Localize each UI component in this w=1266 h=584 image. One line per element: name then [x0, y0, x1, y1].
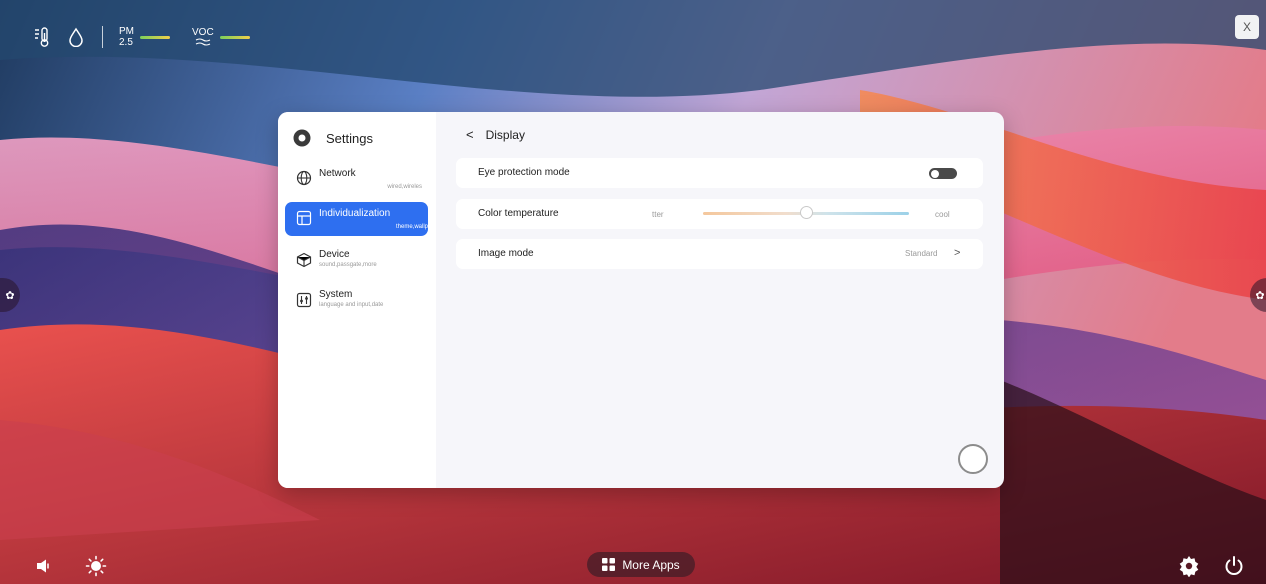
grid-icon: [602, 558, 616, 571]
sidebar-item-subtitle: theme,wallp: [395, 224, 428, 230]
sidebar-item-device[interactable]: Device sound,passgate,more: [285, 244, 428, 278]
sliders-icon: [296, 292, 312, 308]
sidebar-item-individualization[interactable]: Individualization theme,wallp: [285, 202, 428, 236]
settings-header: Settings: [292, 128, 373, 148]
more-apps-button[interactable]: More Apps: [587, 552, 695, 577]
display-header: < Display: [466, 127, 525, 142]
sidebar-item-subtitle: language and input,date: [319, 302, 384, 308]
power-icon[interactable]: [1222, 554, 1246, 578]
voc-indicator: VOC: [192, 28, 250, 46]
voc-wave-icon: [195, 38, 211, 46]
voc-level-bar: [219, 35, 250, 39]
back-icon[interactable]: <: [466, 127, 474, 142]
sidebar-item-subtitle: sound,passgate,more: [319, 262, 377, 268]
sidebar-item-label: Network: [319, 168, 356, 179]
humidity-drop-icon: [66, 26, 86, 48]
sidebar-item-network[interactable]: Network wired,wireles: [285, 162, 428, 196]
brightness-icon[interactable]: [84, 554, 108, 578]
thermometer-icon: [32, 26, 52, 48]
pm25-level-bar: [140, 35, 170, 39]
settings-title: Settings: [326, 130, 373, 146]
color-temperature-row: Color temperature tter cool: [456, 199, 983, 229]
sidebar-item-label: Device: [319, 249, 350, 260]
warmer-label: tter: [652, 210, 664, 219]
gear-icon: ✿: [5, 289, 15, 302]
status-divider: [102, 26, 103, 48]
settings-gear-icon: [293, 129, 311, 147]
top-status-bar: PM 2.5 VOC: [32, 24, 250, 50]
eye-protection-toggle[interactable]: [929, 168, 957, 179]
layout-icon: [296, 210, 312, 226]
sidebar-item-label: Individualization: [319, 208, 391, 219]
settings-gear-icon[interactable]: [1177, 554, 1201, 578]
display-settings-panel: < Display Eye protection mode Color temp…: [436, 112, 1004, 488]
gear-icon: ✿: [1255, 289, 1265, 302]
cooler-label: cool: [935, 210, 950, 219]
sidebar-item-label: System: [319, 289, 353, 300]
volume-icon[interactable]: [32, 554, 56, 578]
voc-label: VOC: [192, 27, 214, 38]
assistive-touch-button[interactable]: [958, 444, 988, 474]
close-button[interactable]: X: [1235, 15, 1259, 39]
cube-icon: [296, 252, 312, 268]
image-mode-value: Standard: [905, 249, 938, 258]
pm-label: PM: [119, 25, 134, 37]
eye-protection-row: Eye protection mode: [456, 158, 983, 188]
globe-icon: [296, 170, 312, 186]
pm25-indicator: PM 2.5: [119, 25, 170, 48]
pm-value-label: 2.5: [119, 36, 133, 48]
eye-protection-label: Eye protection mode: [478, 167, 570, 178]
chevron-right-icon: >: [954, 247, 961, 259]
color-temperature-label: Color temperature: [478, 208, 559, 219]
settings-window: Settings Network wired,wireles Individua…: [278, 112, 1004, 488]
settings-sidebar: Settings Network wired,wireles Individua…: [278, 112, 436, 488]
image-mode-row[interactable]: Image mode Standard >: [456, 239, 983, 269]
sidebar-item-subtitle: wired,wireles: [387, 184, 422, 190]
sidebar-item-system[interactable]: System language and input,date: [285, 284, 428, 318]
page-title: Display: [485, 127, 525, 142]
color-temperature-slider-thumb[interactable]: [799, 206, 813, 219]
more-apps-label: More Apps: [622, 557, 680, 572]
image-mode-label: Image mode: [478, 248, 534, 259]
toggle-knob: [931, 169, 939, 178]
